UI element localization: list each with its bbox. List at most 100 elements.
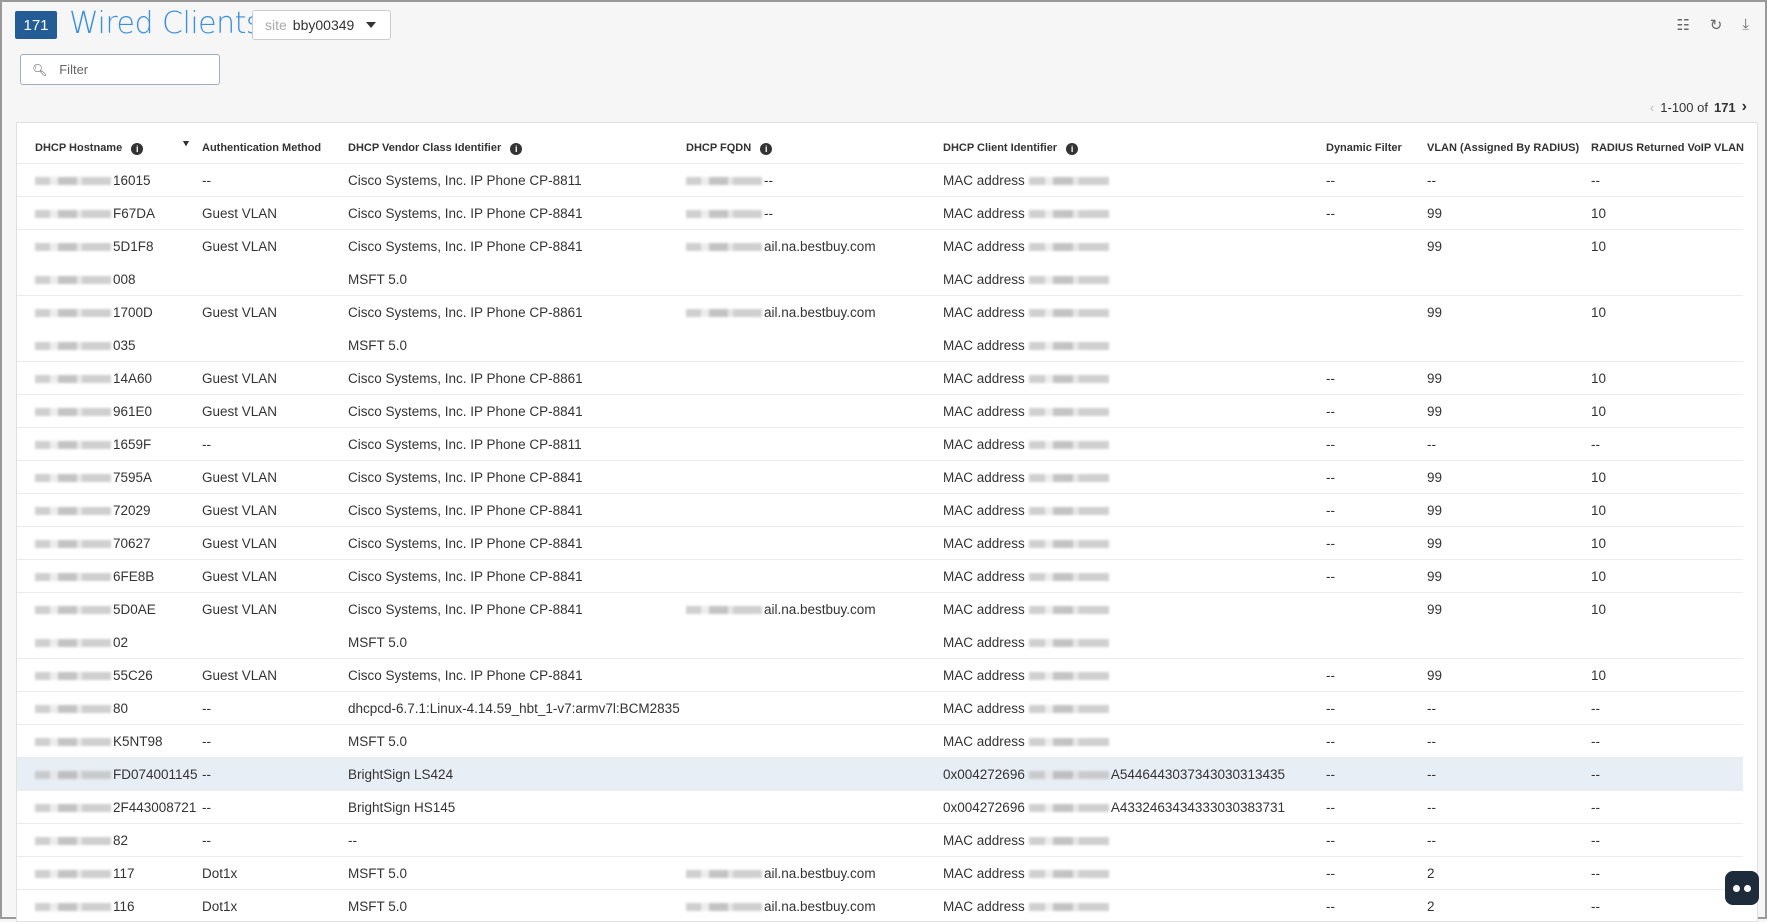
cell-h: K5NT98: [35, 734, 163, 749]
cell-text: 80: [113, 701, 129, 716]
table-row[interactable]: 1659F -- Cisco Systems, Inc. IP Phone CP-8…: [17, 427, 1743, 460]
cell-v: Cisco Systems, Inc. IP Phone CP-8841: [348, 602, 583, 617]
cell-text: --: [1326, 569, 1335, 584]
table-row[interactable]: FD074001145 -- BrightSign LS424 0x004272696…: [17, 757, 1743, 790]
table-row[interactable]: 008 MSFT 5.0 MAC address: [17, 262, 1743, 295]
table-row[interactable]: 7595A Guest VLAN Cisco Systems, Inc. IP Ph…: [17, 460, 1743, 493]
table-row[interactable]: 2F443008721 -- BrightSign HS145 0x004272696…: [17, 790, 1743, 823]
redacted-text: [35, 870, 111, 879]
cell-text: --: [1326, 503, 1335, 518]
table-row[interactable]: 70627 Guest VLAN Cisco Systems, Inc. IP Ph…: [17, 526, 1743, 559]
cell-text: --: [1326, 404, 1335, 419]
cell-h: 008: [35, 272, 136, 287]
column-header[interactable]: DHCP Vendor Class Identifier i: [348, 142, 523, 155]
cell-text: MAC address: [943, 833, 1025, 848]
cell-df: --: [1326, 470, 1335, 485]
sort-icon[interactable]: ⯆: [182, 139, 190, 150]
table-row[interactable]: 80 -- dhcpcd-6.7.1:Linux-4.14.59_hbt_1-v7:…: [17, 691, 1743, 724]
column-header-label: DHCP Vendor Class Identifier: [348, 142, 502, 154]
assistant-bot-button[interactable]: [1725, 871, 1759, 905]
next-page-button[interactable]: ›: [1742, 98, 1747, 116]
cell-text: 99: [1427, 536, 1443, 551]
column-header[interactable]: RADIUS Returned VoIP VLAN: [1591, 142, 1744, 154]
cell-h: 6FE8B: [35, 569, 154, 584]
table-row[interactable]: 961E0 Guest VLAN Cisco Systems, Inc. IP Ph…: [17, 394, 1743, 427]
table-row[interactable]: 72029 Guest VLAN Cisco Systems, Inc. IP Ph…: [17, 493, 1743, 526]
column-header[interactable]: DHCP FQDN i: [686, 142, 773, 155]
cell-vl: 99: [1427, 371, 1442, 386]
column-header[interactable]: Dynamic Filter: [1326, 142, 1402, 154]
redacted-text: [35, 474, 111, 483]
cell-ci: MAC address: [943, 569, 1111, 584]
filter-input[interactable]: 🔍︎ Filter: [20, 54, 220, 85]
cell-h: 72029: [35, 503, 151, 518]
column-header[interactable]: VLAN (Assigned By RADIUS): [1427, 142, 1579, 154]
table-row[interactable]: K5NT98 -- MSFT 5.0 MAC address -- -- --: [17, 724, 1743, 757]
table-row[interactable]: 82 -- -- MAC address -- -- --: [17, 823, 1743, 856]
download-icon[interactable]: ⤓: [1742, 16, 1749, 34]
table-row[interactable]: 14A60 Guest VLAN Cisco Systems, Inc. IP Ph…: [17, 361, 1743, 394]
clients-table: DHCP Hostname i Authentication Method DHCP …: [16, 122, 1758, 922]
cell-a: Guest VLAN: [202, 503, 277, 518]
table-row[interactable]: 02 MSFT 5.0 MAC address: [17, 625, 1743, 658]
table-row[interactable]: 5D1F8 Guest VLAN Cisco Systems, Inc. IP Ph…: [17, 229, 1743, 262]
info-icon[interactable]: i: [510, 143, 523, 155]
table-row[interactable]: F67DA Guest VLAN Cisco Systems, Inc. IP Ph…: [17, 196, 1743, 229]
cell-text: MAC address: [943, 338, 1025, 353]
redacted-text: [1028, 408, 1109, 417]
info-icon[interactable]: i: [1066, 143, 1079, 155]
cell-vl: 99: [1427, 602, 1442, 617]
cell-text: --: [1427, 833, 1436, 848]
cell-v: --: [348, 833, 357, 848]
info-icon[interactable]: i: [131, 143, 144, 155]
cell-ci: 0x004272696 A5446443037343030313435: [943, 767, 1285, 782]
cell-text: --: [348, 833, 357, 848]
redacted-text: [35, 408, 111, 417]
sliders-icon[interactable]: ☷: [1676, 16, 1689, 34]
redacted-text: [686, 903, 762, 912]
table-row[interactable]: 116 Dot1x MSFT 5.0 ail.na.bestbuy.com MAC ad…: [17, 889, 1743, 922]
refresh-icon[interactable]: ↻: [1710, 16, 1723, 34]
cell-vo: 10: [1591, 602, 1606, 617]
cell-v: MSFT 5.0: [348, 734, 407, 749]
cell-text: MAC address: [943, 701, 1025, 716]
table-row[interactable]: 55C26 Guest VLAN Cisco Systems, Inc. IP Ph…: [17, 658, 1743, 691]
cell-ci: MAC address: [943, 272, 1111, 287]
cell-h: 035: [35, 338, 136, 353]
info-icon[interactable]: i: [760, 143, 773, 155]
cell-a: --: [202, 173, 211, 188]
redacted-text: [1028, 441, 1109, 450]
redacted-text: [35, 342, 111, 351]
cell-text: MAC address: [943, 272, 1025, 287]
cell-text: 0x004272696: [943, 800, 1025, 815]
table-row[interactable]: 16015 -- Cisco Systems, Inc. IP Phone CP-8…: [17, 163, 1743, 196]
table-row[interactable]: 035 MSFT 5.0 MAC address: [17, 328, 1743, 361]
page-total: 171: [1713, 99, 1736, 115]
cell-h: 16015: [35, 173, 151, 188]
table-row[interactable]: 6FE8B Guest VLAN Cisco Systems, Inc. IP Ph…: [17, 559, 1743, 592]
table-row[interactable]: 5D0AE Guest VLAN Cisco Systems, Inc. IP Ph…: [17, 592, 1743, 625]
cell-text: --: [1326, 173, 1335, 188]
cell-f: --: [686, 173, 773, 188]
redacted-text: [1028, 342, 1109, 351]
cell-text: Cisco Systems, Inc. IP Phone CP-8841: [348, 569, 583, 584]
column-header[interactable]: DHCP Client Identifier i: [943, 142, 1079, 155]
prev-page-button[interactable]: ‹: [1650, 100, 1654, 115]
cell-ci: MAC address: [943, 305, 1111, 320]
site-selector[interactable]: site bby00349: [252, 10, 391, 40]
cell-a: Dot1x: [202, 899, 237, 914]
column-header[interactable]: DHCP Hostname i: [35, 142, 144, 155]
cell-text: --: [202, 701, 211, 716]
cell-h: 82: [35, 833, 128, 848]
cell-text: 14A60: [113, 371, 153, 386]
search-icon: 🔍︎: [32, 62, 48, 77]
table-row[interactable]: 117 Dot1x MSFT 5.0 ail.na.bestbuy.com MAC ad…: [17, 856, 1743, 889]
cell-a: --: [202, 701, 211, 716]
cell-text: Cisco Systems, Inc. IP Phone CP-8841: [348, 536, 583, 551]
cell-f: ail.na.bestbuy.com: [686, 866, 876, 881]
cell-ci: MAC address: [943, 404, 1111, 419]
cell-f: ail.na.bestbuy.com: [686, 602, 876, 617]
column-header[interactable]: Authentication Method: [202, 142, 321, 154]
cell-vo: 10: [1591, 470, 1606, 485]
table-row[interactable]: 1700D Guest VLAN Cisco Systems, Inc. IP Ph…: [17, 295, 1743, 328]
